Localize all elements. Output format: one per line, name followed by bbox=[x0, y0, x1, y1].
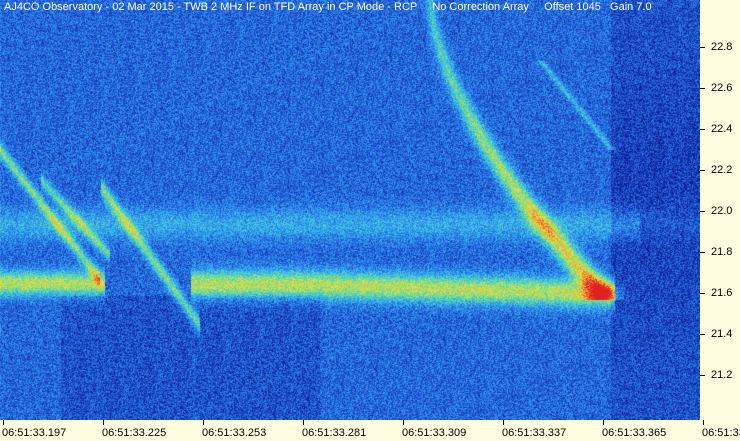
y-tick-label: 21.2 bbox=[711, 369, 733, 381]
y-tick-label: 22.0 bbox=[711, 205, 733, 217]
y-tick-label: 21.8 bbox=[711, 246, 733, 258]
y-tick bbox=[700, 170, 705, 171]
x-tick-label: 06:51:33.281 bbox=[302, 427, 367, 439]
x-tick bbox=[203, 420, 204, 425]
y-tick bbox=[700, 293, 705, 294]
y-tick bbox=[700, 88, 705, 89]
y-tick bbox=[700, 129, 705, 130]
x-tick-label: 06:51:33.393 bbox=[702, 427, 740, 439]
x-tick bbox=[403, 420, 404, 425]
x-tick-label: 06:51:33.253 bbox=[202, 427, 267, 439]
y-tick bbox=[700, 211, 705, 212]
y-tick-label: 22.8 bbox=[711, 41, 733, 53]
chart-title: AJ4CO Observatory - 02 Mar 2015 - TWB 2 … bbox=[4, 1, 652, 13]
x-tick-label: 06:51:33.225 bbox=[102, 427, 167, 439]
y-tick-label: 22.2 bbox=[711, 164, 733, 176]
y-tick bbox=[700, 252, 705, 253]
x-tick-label: 06:51:33.197 bbox=[2, 427, 67, 439]
x-tick bbox=[603, 420, 604, 425]
x-tick bbox=[503, 420, 504, 425]
spectrogram-heatmap bbox=[0, 0, 700, 420]
x-tick-label: 06:51:33.365 bbox=[602, 427, 667, 439]
spectrogram-plot: AJ4CO Observatory - 02 Mar 2015 - TWB 2 … bbox=[0, 0, 700, 420]
x-axis: 06:51:33.197 06:51:33.225 06:51:33.253 06:5… bbox=[0, 420, 740, 441]
y-tick-label: 21.6 bbox=[711, 287, 733, 299]
x-tick bbox=[103, 420, 104, 425]
x-tick bbox=[3, 420, 4, 425]
x-tick bbox=[703, 420, 704, 425]
y-tick bbox=[700, 47, 705, 48]
x-tick bbox=[303, 420, 304, 425]
y-tick-label: 21.4 bbox=[711, 328, 733, 340]
x-tick-label: 06:51:33.337 bbox=[502, 427, 567, 439]
y-tick-label: 22.4 bbox=[711, 123, 733, 135]
y-tick-label: 22.6 bbox=[711, 82, 733, 94]
x-tick-label: 06:51:33.309 bbox=[402, 427, 467, 439]
y-tick bbox=[700, 375, 705, 376]
y-axis: 22.8 22.6 22.4 22.2 22.0 21.8 21.6 21.4 21.2 bbox=[700, 0, 740, 420]
y-tick bbox=[700, 334, 705, 335]
